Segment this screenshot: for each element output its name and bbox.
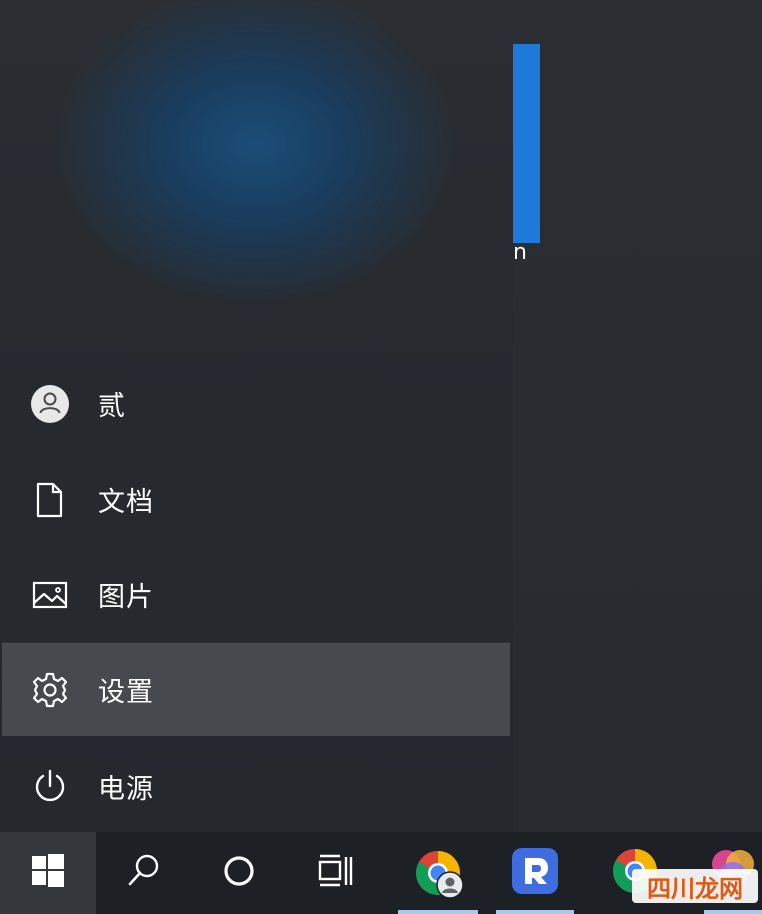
start-item-label: 设置 — [98, 677, 154, 708]
start-item-documents[interactable]: 文档 — [0, 452, 513, 547]
watermark: 四川龙网 — [632, 869, 758, 903]
start-item-label: 电源 — [98, 774, 154, 805]
start-item-power[interactable]: 电源 — [0, 739, 513, 834]
start-item-user[interactable]: 贰 — [0, 356, 513, 451]
active-indicator — [496, 910, 574, 914]
start-item-pictures[interactable]: 图片 — [0, 547, 513, 642]
start-item-label: 文档 — [98, 487, 154, 518]
tiles-area — [513, 0, 762, 832]
task-view-icon — [315, 851, 355, 895]
start-item-settings[interactable]: 设置 — [2, 643, 510, 736]
start-menu-panel: 贰 文档 图片 设置 电源 — [0, 0, 513, 832]
tile-glyph: n — [513, 240, 527, 265]
user-avatar-icon — [30, 384, 70, 424]
picture-icon — [30, 575, 70, 615]
chrome-icon — [414, 849, 464, 899]
document-icon — [30, 480, 70, 520]
windows-logo-icon — [30, 853, 66, 893]
search-icon — [124, 851, 164, 895]
taskbar-r-app[interactable] — [492, 832, 578, 914]
cortana-button[interactable] — [192, 832, 286, 914]
start-button[interactable] — [0, 832, 96, 914]
search-button[interactable] — [98, 832, 190, 914]
active-indicator — [704, 910, 762, 914]
power-icon — [30, 767, 70, 807]
task-view-button[interactable] — [288, 832, 382, 914]
start-item-label: 贰 — [98, 391, 126, 422]
app-tile[interactable]: n — [513, 44, 540, 264]
cortana-circle-icon — [221, 853, 257, 893]
taskbar-chrome-profile[interactable] — [396, 832, 480, 914]
start-item-label: 图片 — [98, 582, 154, 613]
gear-icon — [30, 670, 70, 710]
active-indicator — [398, 910, 478, 914]
blue-r-app-icon — [511, 847, 559, 899]
